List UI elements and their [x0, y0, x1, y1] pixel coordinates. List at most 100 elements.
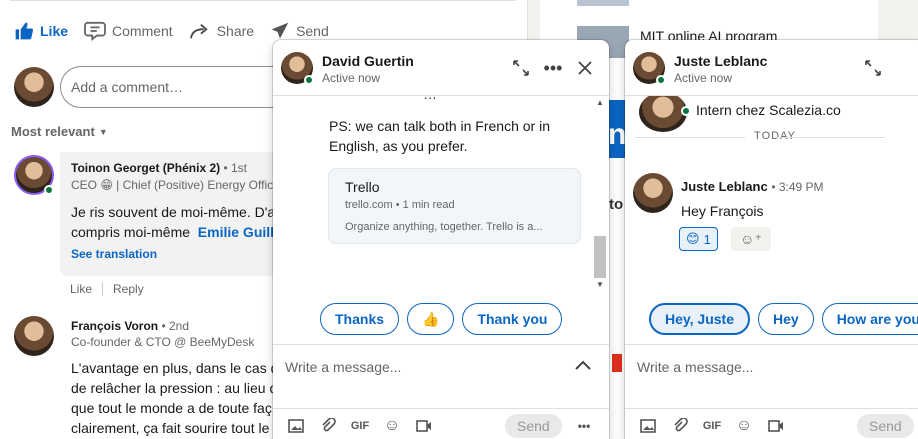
video-icon[interactable] [767, 417, 785, 435]
chat-window-juste: Juste Leblanc Active now Intern chez Sca… [625, 40, 918, 439]
smart-reply-thank-you[interactable]: Thank you [462, 303, 563, 335]
message-composer[interactable]: Write a message... [273, 344, 609, 400]
message-time: • 3:49 PM [771, 180, 824, 194]
comment-label: Comment [112, 23, 173, 39]
attachment-icon[interactable] [319, 417, 337, 435]
share-arrow-icon [189, 24, 208, 39]
commenter-name[interactable]: Toinon Georget (Phénix 2) • 1st [71, 161, 247, 175]
online-status-dot [681, 106, 691, 116]
gif-icon[interactable]: GIF [703, 417, 721, 435]
smart-reply-thumbs-up[interactable]: 👍 [407, 303, 455, 335]
send-button[interactable]: Send [857, 414, 914, 438]
comment-button[interactable]: Comment [84, 18, 173, 44]
message-input[interactable]: Write a message... [637, 359, 753, 375]
link-preview-card[interactable]: Trello trello.com • 1 min read Organize … [328, 168, 581, 244]
emoji-icon[interactable]: ☺ [735, 417, 753, 435]
avatar[interactable] [633, 173, 673, 213]
connection-degree: • 2nd [161, 319, 190, 333]
scroll-down-arrow-icon[interactable]: ▼ [596, 280, 604, 289]
video-icon[interactable] [415, 417, 433, 435]
smiley-icon: 😊 [686, 231, 700, 246]
message-composer[interactable]: Write a message... [625, 344, 918, 400]
chat-header[interactable]: David Guertin Active now ••• [273, 40, 609, 96]
caret-down-icon: ▼ [98, 126, 108, 137]
link-meta: trello.com • 1 min read [345, 199, 455, 211]
scrollbar-thumb[interactable] [594, 236, 606, 278]
smart-reply-how-are-you[interactable]: How are you? [821, 303, 918, 335]
comment-text: clairement, ça fait sourire tout le [71, 420, 270, 436]
reaction-badge[interactable]: 😊 1 [679, 227, 718, 251]
date-divider: TODAY [625, 130, 918, 142]
comment-actions: Like Reply [70, 282, 144, 296]
message-text: Hey François [681, 203, 764, 219]
image-icon[interactable] [639, 417, 657, 435]
gif-icon[interactable]: GIF [351, 417, 369, 435]
avatar[interactable] [14, 316, 54, 356]
smart-replies: Thanks 👍 Thank you [320, 303, 563, 335]
like-label: Like [40, 23, 69, 39]
commenter-name[interactable]: François Voron • 2nd [71, 319, 189, 333]
divider [102, 282, 104, 296]
comment-like-button[interactable]: Like [70, 282, 92, 296]
expand-icon[interactable] [861, 56, 885, 80]
online-status-dot [44, 185, 54, 195]
chat-contact-name[interactable]: Juste Leblanc [674, 53, 767, 69]
like-button[interactable]: Like [14, 18, 68, 44]
smart-reply-hey-juste[interactable]: Hey, Juste [649, 303, 750, 335]
send-button[interactable]: Send [505, 414, 562, 438]
chat-header[interactable]: Juste Leblanc Active now [625, 40, 918, 96]
comment-text-part: compris moi-même [71, 224, 191, 240]
emoji-icon[interactable]: ☺ [383, 417, 401, 435]
news-thumbnail[interactable] [612, 354, 622, 372]
see-translation-link[interactable]: See translation [71, 247, 157, 261]
add-emoji-icon: ☺⁺ [740, 230, 762, 247]
news-thumbnail[interactable] [577, 0, 629, 6]
link-title: Trello [345, 179, 380, 195]
chevron-up-icon[interactable] [575, 357, 591, 373]
attachment-icon[interactable] [671, 417, 689, 435]
online-status-dot [304, 75, 314, 85]
send-label: Send [296, 23, 329, 39]
connection-degree: • 1st [223, 161, 248, 175]
comment-reply-button[interactable]: Reply [113, 282, 144, 296]
more-options-icon[interactable]: ••• [575, 417, 593, 435]
comment-text: que tout le monde a de toute faç [71, 400, 272, 416]
divider [10, 0, 516, 1]
chat-window-david: David Guertin Active now ••• … PS: we ca… [273, 40, 609, 439]
avatar[interactable] [639, 96, 687, 132]
smart-reply-thanks[interactable]: Thanks [320, 303, 400, 335]
reaction-count: 1 [703, 231, 711, 247]
close-icon[interactable] [573, 56, 597, 80]
smart-reply-hey[interactable]: Hey [758, 303, 814, 335]
comment-sort-dropdown[interactable]: Most relevant ▼ [11, 124, 108, 139]
message-text: PS: we can talk both in French or in Eng… [329, 118, 550, 154]
scrollbar[interactable]: ▲ ▼ [594, 96, 607, 289]
commenter-name-text: Toinon Georget (Phénix 2) [71, 161, 221, 175]
comment-text: Je ris souvent de moi-même. D'a [71, 204, 276, 220]
commenter-name-text: François Voron [71, 319, 159, 333]
share-label: Share [216, 23, 255, 39]
online-status-dot [656, 75, 666, 85]
chat-status: Active now [322, 71, 381, 85]
mention-link[interactable]: Emilie Guill [198, 224, 274, 240]
message-author-name[interactable]: Juste Leblanc [681, 179, 768, 194]
avatar[interactable] [14, 67, 54, 107]
comment-text: compris moi-même Emilie Guill [71, 222, 274, 242]
expand-icon[interactable] [509, 56, 533, 80]
composer-toolbar: GIF ☺ Send ••• [273, 408, 609, 439]
news-fragment: n [608, 118, 627, 151]
more-options-icon[interactable]: ••• [541, 56, 565, 80]
add-reaction-button[interactable]: ☺⁺ [731, 227, 771, 251]
contact-headline: Intern chez Scalezia.co [696, 102, 841, 118]
share-button[interactable]: Share [189, 18, 254, 44]
commenter-headline: Co-founder & CTO @ BeeMyDesk [71, 335, 255, 349]
scroll-up-arrow-icon[interactable]: ▲ [596, 98, 604, 107]
message-input[interactable]: Write a message... [285, 359, 401, 375]
truncated-message-line: … [423, 96, 437, 102]
image-icon[interactable] [287, 417, 305, 435]
thumbs-up-icon [15, 22, 34, 40]
chat-status: Active now [674, 71, 733, 85]
message-author: Juste Leblanc • 3:49 PM [681, 179, 824, 194]
comment-icon [84, 21, 106, 41]
chat-contact-name[interactable]: David Guertin [322, 53, 414, 69]
